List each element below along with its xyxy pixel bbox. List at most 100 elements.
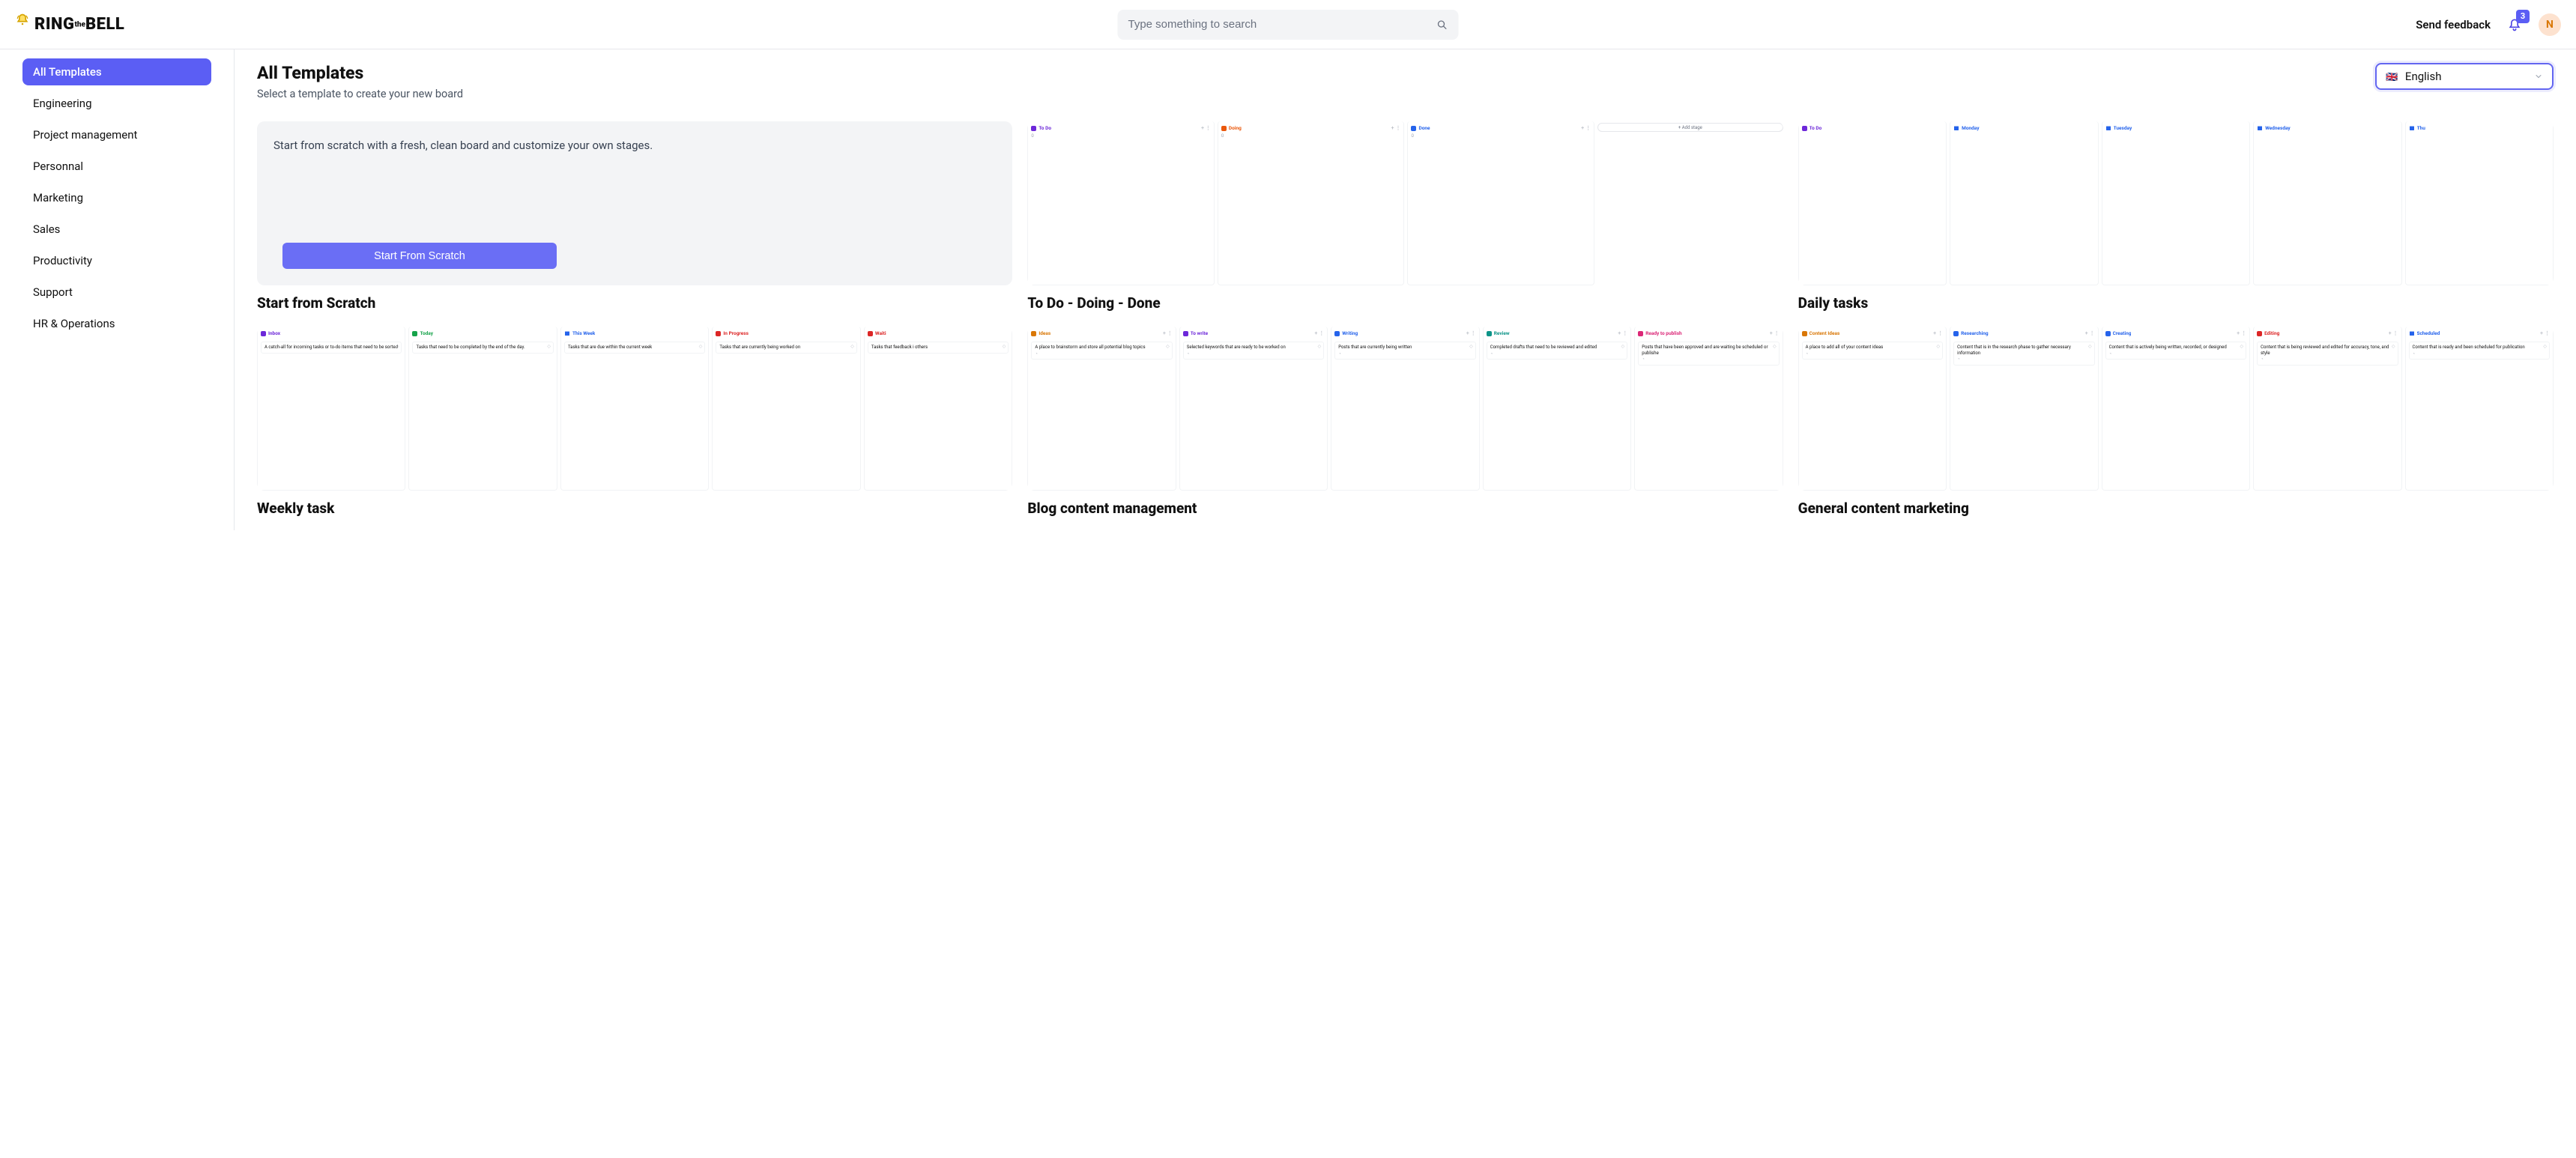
page-subtitle: Select a template to create your new boa… — [257, 88, 463, 100]
sidebar-item-productivity[interactable]: Productivity — [22, 247, 211, 274]
preview-column: In ProgressTasks that are currently bein… — [712, 327, 860, 491]
search-icon — [1436, 19, 1448, 31]
app-logo[interactable]: RINGtheBELL — [15, 15, 124, 34]
clock-icon: ◔ — [1035, 351, 1168, 357]
search-box[interactable] — [1118, 10, 1459, 40]
clock-icon: ◔ — [2261, 357, 2394, 363]
sidebar-item-all-templates[interactable]: All Templates — [22, 58, 211, 85]
preview-column: TodayTasks that need to be completed by … — [408, 327, 557, 491]
column-actions: +⋮ — [2540, 330, 2550, 336]
app-header: RINGtheBELL Send feedback 3 N — [0, 0, 2576, 49]
dots-icon: ⋮ — [2545, 330, 2550, 336]
column-name: Review — [1494, 330, 1510, 336]
template-title: General content marketing — [1798, 500, 2554, 517]
template-card-weekly[interactable]: InboxA catch-all for incoming tasks or t… — [257, 327, 1012, 517]
preview-column: Ideas+⋮A place to brainstorm and store a… — [1027, 327, 1176, 491]
sidebar-item-hr-operations[interactable]: HR & Operations — [22, 310, 211, 337]
bookmark-icon: ◇ — [850, 344, 854, 350]
clock-icon: ◔ — [1490, 351, 1624, 357]
add-stage-button: + Add stage — [1597, 123, 1783, 132]
plus-icon: + — [1933, 330, 1936, 336]
column-note: Posts that have been approved and are wa… — [1638, 342, 1779, 366]
column-count: 0 — [1408, 133, 1594, 139]
dots-icon: ⋮ — [1167, 330, 1173, 336]
sidebar-item-support[interactable]: Support — [22, 279, 211, 306]
clock-icon: ◔ — [2413, 351, 2546, 357]
column-note: A place to add all of your content ideas… — [1802, 342, 1943, 360]
search-input[interactable] — [1128, 18, 1436, 31]
sidebar-item-sales[interactable]: Sales — [22, 216, 211, 243]
template-card-gcm[interactable]: Content Ideas+⋮A place to add all of you… — [1798, 327, 2554, 517]
send-feedback-link[interactable]: Send feedback — [2416, 18, 2491, 31]
bookmark-icon: ◇ — [1469, 344, 1473, 350]
preview-column: Done+⋮0 — [1407, 121, 1594, 285]
template-card-blog[interactable]: Ideas+⋮A place to brainstorm and store a… — [1027, 327, 1783, 517]
template-card-todo[interactable]: To Do+⋮0Doing+⋮0Done+⋮0+ Add stage To Do… — [1027, 121, 1783, 312]
logo-text: RINGtheBELL — [34, 15, 124, 34]
column-name: Content Ideas — [1809, 330, 1840, 336]
dots-icon: ⋮ — [1395, 125, 1400, 131]
column-note: Selected keywords that are ready to be w… — [1183, 342, 1324, 360]
template-title: Start from Scratch — [257, 294, 1012, 312]
column-name: This Week — [572, 330, 595, 336]
column-actions: +⋮ — [1314, 330, 1324, 336]
bookmark-icon: ◇ — [1773, 344, 1777, 350]
dots-icon: ⋮ — [1938, 330, 1943, 336]
dots-icon: ⋮ — [1206, 125, 1211, 131]
main-content: All Templates Select a template to creat… — [235, 49, 2576, 530]
preview-column: Scheduled+⋮Content that is ready and bee… — [2405, 327, 2554, 491]
preview-column: To Do — [1798, 121, 1947, 285]
plus-icon: + — [2237, 330, 2240, 336]
column-name: Editing — [2264, 330, 2279, 336]
column-actions: +⋮ — [1163, 330, 1173, 336]
start-from-scratch-button[interactable]: Start From Scratch — [282, 243, 557, 269]
dots-icon: ⋮ — [2393, 330, 2398, 336]
language-label: English — [2405, 70, 2442, 83]
user-avatar[interactable]: N — [2539, 13, 2561, 36]
logo-bell-icon — [15, 13, 30, 28]
bookmark-icon: ◇ — [699, 344, 703, 350]
bookmark-icon: ◇ — [1621, 344, 1625, 350]
column-name: Done — [1418, 125, 1430, 131]
column-actions: +⋮ — [2237, 330, 2246, 336]
sidebar-item-personnal[interactable]: Personnal — [22, 153, 211, 180]
column-count: 0 — [1028, 133, 1214, 139]
column-name: Waiti — [875, 330, 886, 336]
column-name: Doing — [1229, 125, 1242, 131]
preview-column: Monday — [1950, 121, 2098, 285]
clock-icon: ◔ — [1806, 351, 1939, 357]
sidebar-item-project-management[interactable]: Project management — [22, 121, 211, 148]
column-name: To write — [1191, 330, 1208, 336]
clock-icon: ◔ — [2109, 351, 2243, 357]
preview-column: Doing +⋮ 0 — [1218, 121, 1405, 285]
template-card-scratch[interactable]: Start from scratch with a fresh, clean b… — [257, 121, 1012, 312]
sidebar-item-marketing[interactable]: Marketing — [22, 184, 211, 211]
column-count: 0 — [1218, 133, 1404, 139]
plus-icon: + — [2085, 330, 2088, 336]
preview-column: Researching+⋮Content that is in the rese… — [1950, 327, 2098, 491]
plus-icon: + — [1618, 330, 1621, 336]
dots-icon: ⋮ — [1471, 330, 1476, 336]
notifications-button[interactable]: 3 — [2507, 17, 2522, 32]
template-title: Weekly task — [257, 500, 1012, 517]
template-card-daily[interactable]: To DoMondayTuesdayWednesdayThu Daily tas… — [1798, 121, 2554, 312]
flag-icon: 🇬🇧 — [2386, 72, 2398, 83]
chevron-down-icon — [2534, 72, 2543, 81]
plus-icon: + — [1201, 125, 1204, 131]
column-name: Today — [420, 330, 433, 336]
language-selector[interactable]: 🇬🇧 English — [2375, 63, 2554, 90]
preview-column: To Do+⋮0 — [1027, 121, 1215, 285]
preview-column: Writing+⋮Posts that are currently being … — [1331, 327, 1479, 491]
column-note: Tasks that feedback i others◇ — [868, 342, 1009, 354]
template-title: To Do - Doing - Done — [1027, 294, 1783, 312]
bookmark-icon: ◇ — [1166, 344, 1170, 350]
dots-icon: ⋮ — [1774, 330, 1780, 336]
column-name: Wednesday — [2265, 125, 2291, 131]
sidebar-item-engineering[interactable]: Engineering — [22, 90, 211, 117]
bookmark-icon: ◇ — [396, 344, 399, 350]
bookmark-icon: ◇ — [2088, 344, 2092, 350]
plus-icon: + — [1163, 330, 1166, 336]
column-actions: +⋮ — [1391, 125, 1401, 131]
scratch-description: Start from scratch with a fresh, clean b… — [273, 138, 996, 154]
column-note: A catch-all for incoming tasks or to-do … — [261, 342, 402, 354]
